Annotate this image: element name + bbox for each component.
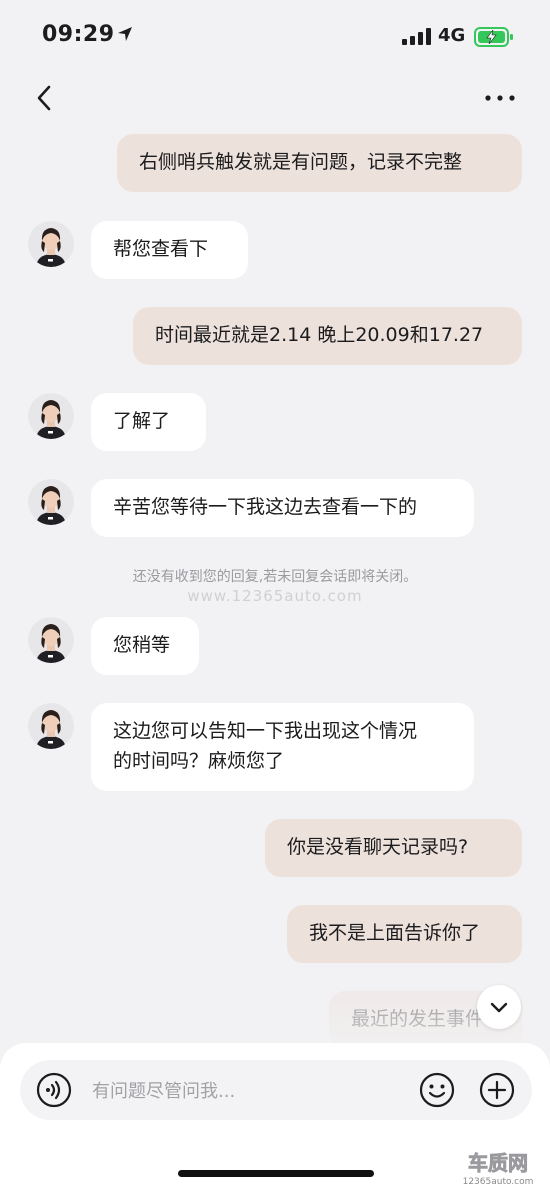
logo-main-text: 车质网 (468, 1151, 528, 1175)
agent-avatar[interactable] (28, 479, 74, 525)
agent-message-bubble[interactable]: 了解了 (91, 393, 206, 451)
battery-charging-icon (474, 27, 513, 47)
my-message-bubble[interactable]: 我不是上面告诉你了 (287, 905, 522, 963)
status-time: 09:29 (42, 22, 115, 47)
network-type: 4G (438, 25, 466, 46)
emoji-icon[interactable] (419, 1072, 455, 1108)
voice-input-icon[interactable] (36, 1072, 72, 1108)
my-message-bubble[interactable]: 你是没看聊天记录吗? (265, 819, 522, 877)
message-line: 这边您可以告知一下我出现这个情况 (113, 720, 418, 742)
site-logo: 车质网 12365auto.com (463, 1151, 534, 1187)
scroll-to-bottom-button[interactable] (477, 985, 521, 1029)
my-message-bubble[interactable]: 时间最近就是2.14 晚上20.09和17.27 (133, 307, 522, 365)
agent-message-bubble[interactable]: 这边您可以告知一下我出现这个情况 的时间吗？麻烦您了 (91, 703, 474, 791)
agent-message-bubble[interactable]: 帮您查看下 (91, 221, 248, 279)
location-arrow-icon (118, 27, 132, 41)
session-timeout-notice: 还没有收到您的回复,若未回复会话即将关闭。 (132, 569, 418, 585)
agent-avatar[interactable] (28, 221, 74, 267)
status-bar: 09:29 4G (0, 0, 550, 70)
more-options-icon[interactable] (482, 86, 518, 110)
agent-avatar[interactable] (28, 703, 74, 749)
agent-message-bubble[interactable]: 辛苦您等待一下我这边去查看一下的 (91, 479, 474, 537)
signal-icon (402, 28, 431, 45)
watermark-text: www.12365auto.com (187, 587, 363, 605)
logo-sub-text: 12365auto.com (463, 1177, 534, 1187)
agent-message-bubble[interactable]: 您稍等 (91, 617, 199, 675)
agent-avatar[interactable] (28, 617, 74, 663)
my-message-bubble[interactable]: 右侧哨兵触发就是有问题，记录不完整 (117, 134, 522, 192)
nav-bar (0, 78, 550, 118)
message-line: 的时间吗？麻烦您了 (113, 750, 285, 772)
home-indicator (178, 1170, 374, 1177)
message-input[interactable] (90, 1072, 394, 1110)
back-chevron-icon[interactable] (32, 82, 56, 114)
agent-avatar[interactable] (28, 393, 74, 439)
add-attachment-icon[interactable] (479, 1072, 515, 1108)
